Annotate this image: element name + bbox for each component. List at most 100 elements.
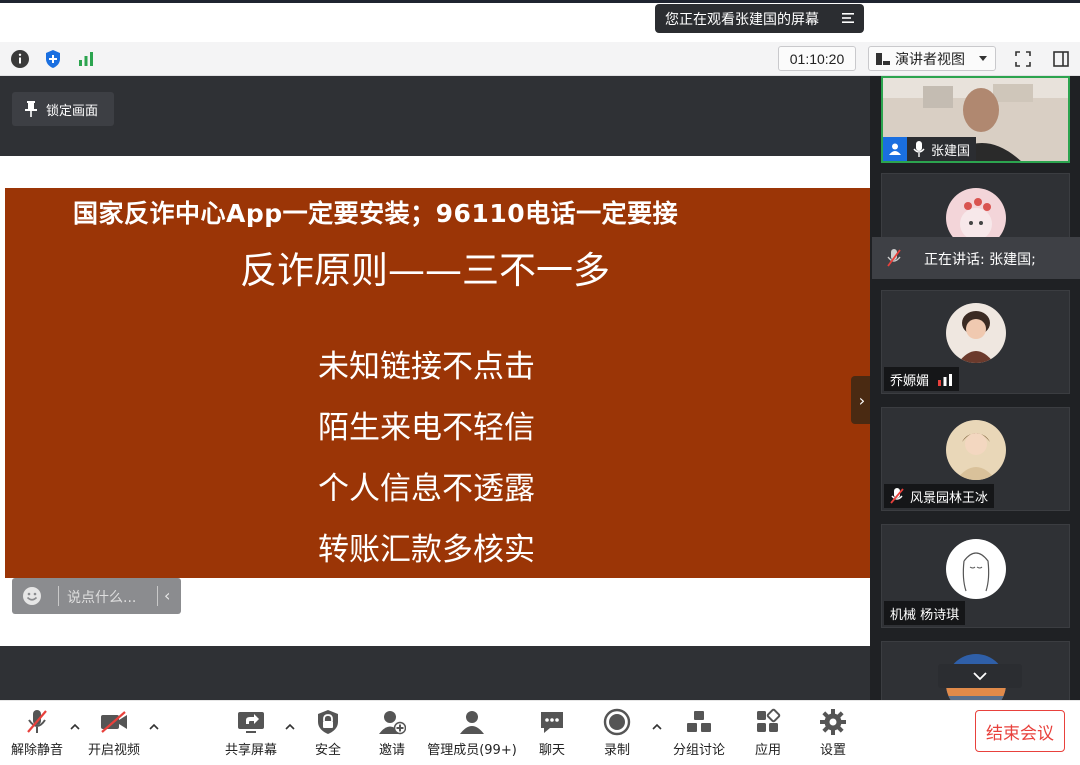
breakout-icon	[682, 707, 716, 737]
participant-tile[interactable]: 乔嫄媚	[881, 290, 1070, 394]
slide-rule-2: 陌生来电不轻信	[318, 410, 535, 446]
participant-name-tag: 风景园林王冰	[884, 484, 995, 508]
chevron-right-icon: ›	[858, 390, 866, 410]
slide-title: 反诈原则——三不一多	[240, 249, 610, 292]
info-button[interactable]	[7, 47, 33, 71]
avatar	[946, 303, 1006, 363]
chat-button[interactable]: 聊天	[534, 707, 570, 761]
microphone-muted-icon	[887, 249, 901, 267]
meeting-status-bar: 01:10:20 演讲者视图	[0, 42, 1080, 76]
video-off-icon	[97, 707, 131, 737]
emoji-icon[interactable]	[22, 586, 42, 606]
microphone-muted-icon	[890, 488, 904, 504]
settings-label: 设置	[819, 743, 846, 758]
slide-rule-3: 个人信息不透露	[318, 471, 535, 507]
chevron-left-icon[interactable]: ‹	[164, 586, 170, 605]
chat-icon	[535, 707, 569, 737]
speaking-text: 正在讲话: 张建国;	[924, 252, 1036, 268]
slide-rule-4: 转账汇款多核实	[318, 532, 535, 568]
fullscreen-button[interactable]	[1010, 47, 1036, 71]
participant-name-tag: 张建国	[883, 137, 977, 161]
start-video-label: 开启视频	[87, 743, 140, 758]
network-status-button[interactable]	[73, 47, 99, 71]
chevron-up-icon[interactable]	[284, 721, 296, 733]
signal-icon	[79, 52, 93, 66]
security-label: 安全	[314, 743, 341, 758]
speaker-view-icon	[876, 52, 890, 65]
window-edge	[0, 0, 1080, 3]
manage-participants-label: 管理成员(99+)	[427, 743, 517, 758]
divider	[157, 586, 158, 606]
slide-headline: 国家反诈中心App一定要安装；96110电话一定要接	[73, 199, 679, 228]
sidebar-icon	[1053, 51, 1069, 67]
shield-icon	[311, 707, 345, 737]
invite-button[interactable]: 邀请	[374, 707, 410, 761]
sidebar-toggle-button[interactable]	[1048, 47, 1074, 71]
microphone-muted-icon	[20, 707, 54, 737]
end-meeting-button[interactable]: 结束会议	[975, 710, 1065, 752]
chevron-up-icon[interactable]	[651, 721, 663, 733]
participant-tile[interactable]: 机械 杨诗琪	[881, 524, 1070, 628]
presentation-slide: 国家反诈中心App一定要安装；96110电话一定要接 反诈原则——三不一多 未知…	[5, 188, 871, 578]
viewing-banner[interactable]: 您正在观看张建国的屏幕	[655, 4, 864, 33]
menu-icon[interactable]	[840, 10, 856, 26]
active-speaker-indicator: 正在讲话: 张建国;	[872, 237, 1080, 279]
participants-icon	[455, 707, 489, 737]
slide-rule-1: 未知链接不点击	[318, 349, 535, 385]
host-icon	[883, 137, 907, 161]
record-label: 录制	[603, 743, 630, 758]
security-button[interactable]: 安全	[310, 707, 346, 761]
participant-name: 风景园林王冰	[910, 490, 989, 506]
fullscreen-icon	[1015, 51, 1031, 67]
settings-button[interactable]: 设置	[815, 707, 851, 761]
shared-screen-area: 锁定画面 国家反诈中心App一定要安装；96110电话一定要接 反诈原则——三不…	[0, 76, 873, 700]
breakout-rooms-label: 分组讨论	[672, 743, 725, 758]
participant-name: 张建国	[931, 143, 971, 159]
gear-icon	[816, 707, 850, 737]
chevron-up-icon[interactable]	[148, 721, 160, 733]
lock-view-button[interactable]: 锁定画面	[12, 92, 114, 126]
chevron-down-icon	[979, 56, 987, 61]
signal-icon	[938, 374, 953, 386]
participant-tile[interactable]: 风景园林王冰	[881, 407, 1070, 511]
chevron-down-icon	[973, 672, 987, 681]
participant-name-tag: 乔嫄媚	[884, 367, 960, 391]
chat-placeholder: 说点什么...	[67, 590, 137, 606]
add-user-icon	[375, 707, 409, 737]
unmute-label: 解除静音	[10, 743, 63, 758]
shield-icon	[46, 50, 60, 68]
record-icon	[600, 707, 634, 737]
chat-label: 聊天	[538, 743, 565, 758]
participant-panel: 张建国 乔嫄媚 风景园林王冰 机械 杨诗琪	[870, 76, 1080, 711]
view-mode-select[interactable]: 演讲者视图	[868, 46, 996, 71]
record-button[interactable]: 录制	[599, 707, 635, 761]
divider	[58, 586, 59, 606]
participant-name: 机械 杨诗琪	[890, 607, 960, 623]
manage-participants-button[interactable]: 管理成员(99+)	[427, 707, 517, 761]
start-video-button[interactable]: 开启视频	[86, 707, 142, 761]
lock-view-label: 锁定画面	[46, 103, 99, 119]
unmute-button[interactable]: 解除静音	[10, 707, 64, 761]
share-screen-button[interactable]: 共享屏幕	[224, 707, 278, 761]
apps-label: 应用	[754, 743, 781, 758]
breakout-rooms-button[interactable]: 分组讨论	[672, 707, 726, 761]
avatar	[946, 539, 1006, 599]
participant-name: 乔嫄媚	[890, 373, 930, 389]
meeting-toolbar: 解除静音 开启视频 共享屏幕 安全 邀请 管理成员(99+) 聊天 录制 分组讨…	[0, 700, 1080, 765]
security-status-button[interactable]	[40, 47, 66, 71]
scroll-down-button[interactable]	[938, 664, 1022, 688]
microphone-icon	[913, 141, 925, 157]
apps-button[interactable]: 应用	[750, 707, 786, 761]
chat-quick-input[interactable]: 说点什么... ‹	[12, 578, 181, 614]
participant-name-tag: 机械 杨诗琪	[884, 601, 966, 625]
top-strip: 您正在观看张建国的屏幕	[0, 0, 1080, 42]
pin-icon	[25, 101, 37, 117]
invite-label: 邀请	[378, 743, 405, 758]
apps-icon	[751, 707, 785, 737]
participant-tile-active[interactable]: 张建国	[881, 76, 1070, 163]
chevron-up-icon[interactable]	[69, 721, 81, 733]
meeting-timer: 01:10:20	[778, 46, 856, 71]
share-screen-label: 共享屏幕	[224, 743, 277, 758]
view-mode-label: 演讲者视图	[895, 51, 965, 68]
viewing-text: 您正在观看张建国的屏幕	[665, 11, 819, 28]
